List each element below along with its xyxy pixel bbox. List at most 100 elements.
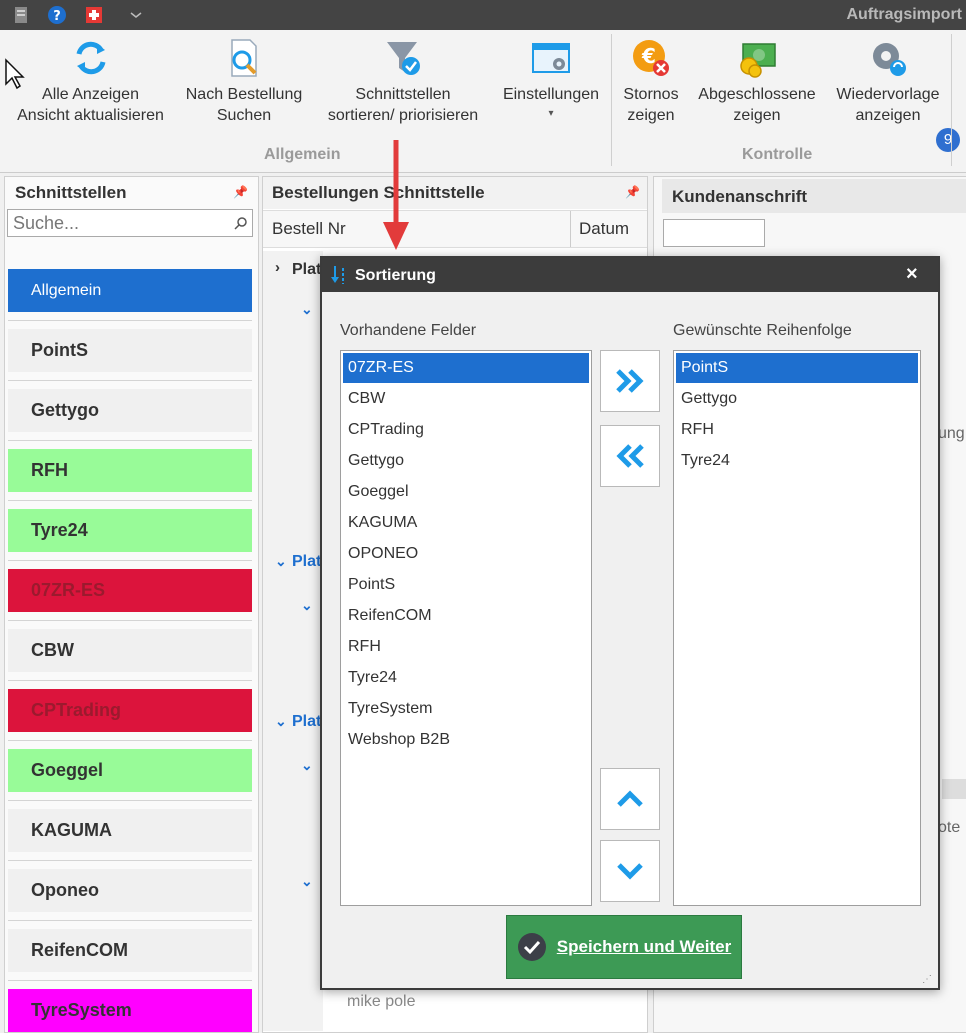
refresh-all-label: Alle Anzeigen Ansicht aktualisieren [17,86,164,124]
list-item[interactable]: 07ZR-ES [343,353,589,383]
resize-grip[interactable]: ⋰ [922,974,932,985]
chevron-down-icon[interactable]: ⌄ [301,873,313,890]
group-expander[interactable]: › [275,259,280,276]
sidebar-divider [8,920,252,921]
search-order-label: Nach Bestellung Suchen [185,86,303,124]
completed-button[interactable]: Abgeschlossene zeigen [692,38,822,126]
sidebar-item[interactable]: Tyre24 [8,509,252,552]
list-item[interactable]: ReifenCOM [343,601,589,631]
list-item[interactable]: RFH [343,632,589,662]
settings-button[interactable]: Einstellungen ▾ [496,38,606,124]
list-item[interactable]: Tyre24 [343,663,589,693]
column-header-date[interactable]: Datum [579,219,629,239]
column-divider [570,211,571,247]
sidebar-item[interactable]: Goeggel [8,749,252,792]
list-item[interactable]: KAGUMA [343,508,589,538]
address-field[interactable] [663,219,765,247]
save-continue-button[interactable]: Speichern und Weiter [506,915,742,979]
sort-icon [331,266,344,284]
swiss-flag-icon[interactable] [84,5,104,25]
group-label: Plat [292,553,322,570]
sidebar-divider [8,800,252,801]
sidebar-item[interactable]: 07ZR-ES [8,569,252,612]
search-order-button[interactable]: Nach Bestellung Suchen [178,38,310,126]
chevron-down-icon[interactable]: ⌄ [301,757,313,774]
chevron-down-icon[interactable]: ⌄ [275,713,287,730]
move-left-button[interactable] [600,425,660,487]
completed-label: Abgeschlossene zeigen [698,86,816,124]
help-icon[interactable]: ? [47,5,67,25]
desired-order-list[interactable]: PointS Gettygo RFH Tyre24 [673,350,921,906]
table-row[interactable]: mike pole [347,993,415,1011]
close-icon[interactable]: × [906,263,918,286]
sidebar-item[interactable]: ReifenCOM [8,929,252,972]
column-header-order-no[interactable]: Bestell Nr [272,219,346,239]
move-up-button[interactable] [600,768,660,830]
check-icon [517,933,546,961]
list-item[interactable]: TyreSystem [343,694,589,724]
sidebar-divider [8,320,252,321]
ribbon-separator [951,34,952,166]
sort-dialog: Sortierung × Vorhandene Felder Gewünscht… [320,256,940,990]
sidebar-item[interactable]: CPTrading [8,689,252,732]
list-item[interactable]: OPONEO [343,539,589,569]
pin-icon[interactable]: 📌 [233,185,248,199]
sidebar-item[interactable]: TyreSystem [8,989,252,1032]
chevron-down-icon[interactable] [126,5,146,25]
money-icon [740,43,776,78]
list-item[interactable]: CPTrading [343,415,589,445]
list-item[interactable]: PointS [676,353,918,383]
notification-badge: 9 [936,128,960,152]
panel-title: Bestellungen Schnittstelle [272,183,485,202]
pin-icon[interactable]: 📌 [625,185,640,199]
list-item[interactable]: Tyre24 [676,446,918,476]
list-item[interactable]: RFH [676,415,918,445]
sidebar-item[interactable]: RFH [8,449,252,492]
search-input[interactable]: Suche... [7,209,253,237]
text-fragment: ung [938,425,965,442]
chevron-down-icon[interactable]: ⌄ [301,597,313,614]
list-item[interactable]: Gettygo [676,384,918,414]
sidebar-divider [8,680,252,681]
resubmission-button[interactable]: Wiedervorlage anzeigen [830,38,946,126]
sidebar-divider [8,980,252,981]
double-chevron-right-icon [616,369,644,393]
chevron-up-icon [617,790,643,807]
panel-title: Schnittstellen [15,183,127,202]
cancellations-label: Stornos zeigen [623,86,679,124]
sidebar-item[interactable]: CBW [8,629,252,672]
filter-check-icon [387,42,420,75]
document-icon[interactable] [12,5,32,25]
move-down-button[interactable] [600,840,660,902]
sort-interfaces-button[interactable]: Schnittstellen sortieren/ priorisieren [318,38,488,126]
gear-refresh-icon [873,43,906,76]
svg-text:€: € [641,44,656,68]
list-item[interactable]: Webshop B2B [343,725,589,755]
group-label: Plat [292,261,322,278]
sidebar-divider [8,560,252,561]
move-right-button[interactable] [600,350,660,412]
list-item[interactable]: Gettygo [343,446,589,476]
scrollbar[interactable] [942,779,966,799]
text-fragment: ote [938,819,961,836]
svg-text:?: ? [53,9,61,24]
sidebar-item[interactable]: Allgemein [8,269,252,312]
interfaces-panel: Schnittstellen 📌 Suche... Allgemein Point… [4,176,259,1033]
sidebar-item[interactable]: Oponeo [8,869,252,912]
available-fields-list[interactable]: 07ZR-ES CBW CPTrading Gettygo Goeggel KAGUMA O… [340,350,592,906]
sidebar-item[interactable]: PointS [8,329,252,372]
list-item[interactable]: PointS [343,570,589,600]
panel-title: Kundenanschrift [672,187,808,206]
list-item[interactable]: Goeggel [343,477,589,507]
save-continue-label: Speichern und Weiter [556,937,732,956]
refresh-all-button[interactable]: Alle Anzeigen Ansicht aktualisieren [8,38,173,126]
sidebar-divider [8,860,252,861]
group-label: Plat [292,713,322,730]
sidebar-item[interactable]: KAGUMA [8,809,252,852]
sidebar-divider [8,740,252,741]
sidebar-item[interactable]: Gettygo [8,389,252,432]
cancellations-button[interactable]: € Stornos zeigen [616,38,686,126]
list-item[interactable]: CBW [343,384,589,414]
chevron-down-icon[interactable]: ⌄ [301,301,313,318]
chevron-down-icon[interactable]: ⌄ [275,553,287,570]
